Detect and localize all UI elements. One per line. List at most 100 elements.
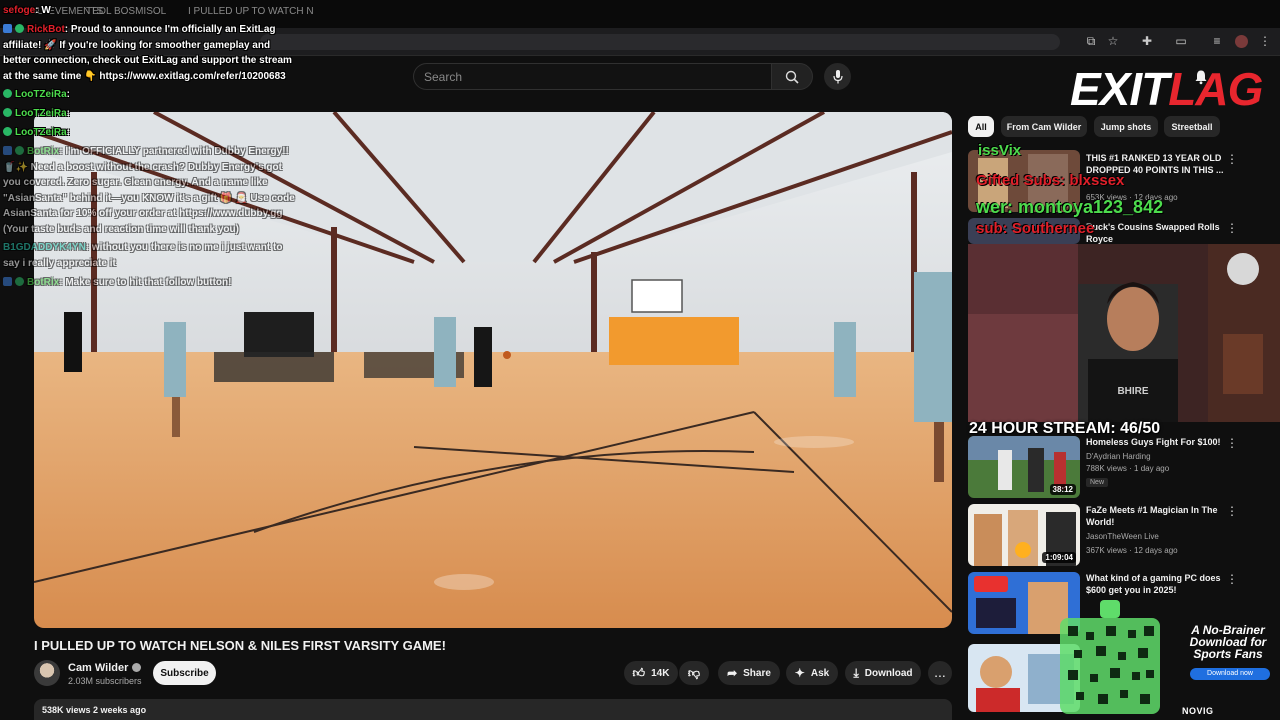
related-title[interactable]: Homeless Guys Fight For $100! bbox=[1086, 436, 1226, 448]
chat-username: B1GDADDYK4YN bbox=[3, 242, 86, 253]
related-title[interactable]: Buck's Cousins Swapped Rolls Royce bbox=[1086, 221, 1226, 245]
download-label: Download bbox=[864, 667, 913, 679]
related-more-icon[interactable]: ⋮ bbox=[1226, 436, 1238, 450]
microphone-icon bbox=[832, 69, 843, 83]
video-title: I PULLED UP TO WATCH NELSON & NILES FIRS… bbox=[34, 638, 446, 653]
chat-message: BotRix: I'm OFFICIALLY partnered with Du… bbox=[3, 144, 299, 237]
verified-badge-icon bbox=[3, 89, 12, 98]
related-thumbnail[interactable]: 1:09:04 bbox=[968, 504, 1080, 566]
subscribe-button[interactable]: Subscribe bbox=[153, 661, 216, 685]
chat-message: B1GDADDYK4YN: without you there is no me… bbox=[3, 240, 299, 271]
share-arrow-icon: ➦ bbox=[727, 666, 738, 680]
ad-title: A No-Brainer Download for Sports Fans bbox=[1189, 623, 1267, 661]
search-icon bbox=[785, 70, 799, 84]
stream-alert: issVix bbox=[978, 142, 1022, 159]
related-more-icon[interactable]: ⋮ bbox=[1226, 221, 1238, 235]
channel-name-text[interactable]: Cam Wilder bbox=[68, 662, 128, 674]
new-badge: New bbox=[1086, 478, 1109, 487]
chip-from-channel[interactable]: From Cam Wilder bbox=[1001, 116, 1087, 137]
verified-badge-icon bbox=[3, 127, 12, 136]
channel-avatar[interactable] bbox=[34, 660, 60, 686]
stream-alert: Gifted Subs: blxssex bbox=[976, 172, 1125, 189]
voice-search-button[interactable] bbox=[824, 63, 851, 90]
exitlag-sponsor-logo: EXITLAG bbox=[1070, 62, 1263, 116]
view-count-date: 538K views 2 weeks ago bbox=[42, 705, 147, 715]
verified-badge-icon bbox=[15, 146, 24, 155]
url-field[interactable] bbox=[260, 34, 1060, 50]
chat-username: LooTZeiRa bbox=[15, 108, 67, 119]
chip-streetball[interactable]: Streetball bbox=[1164, 116, 1220, 137]
browser-menu-icon[interactable]: ⋮ bbox=[1258, 34, 1272, 48]
verified-badge-icon bbox=[3, 108, 12, 117]
share-button[interactable]: ➦ Share bbox=[718, 661, 780, 685]
chip-all[interactable]: All bbox=[968, 116, 994, 137]
chat-text: : Make sure to hit that follow button! bbox=[59, 277, 232, 288]
channel-name[interactable]: Cam Wilder bbox=[68, 662, 142, 674]
chat-username: sefoge bbox=[3, 5, 36, 16]
share-label: Share bbox=[743, 667, 771, 679]
chat-message: LooTZeiRa: bbox=[3, 125, 299, 141]
related-more-icon[interactable]: ⋮ bbox=[1226, 572, 1238, 586]
moderator-badge-icon bbox=[3, 146, 12, 155]
stream-qr-overlay bbox=[1060, 600, 1160, 714]
related-title[interactable]: FaZe Meets #1 Magician In The World! bbox=[1086, 504, 1226, 528]
sparkle-icon: ✦ bbox=[794, 666, 805, 680]
related-thumbnail[interactable]: 38:12 bbox=[968, 436, 1080, 498]
chat-text: : bbox=[66, 108, 71, 119]
subscriber-count: 2.03M subscribers bbox=[68, 676, 142, 686]
search-button[interactable] bbox=[771, 63, 813, 90]
more-actions-button[interactable]: ... bbox=[928, 661, 952, 685]
webcam-feed: BHIRE bbox=[968, 244, 1280, 422]
description-box[interactable] bbox=[34, 699, 952, 720]
related-channel[interactable]: JasonTheWeen Live bbox=[1086, 532, 1159, 541]
chat-message: LooTZeiRa: bbox=[3, 106, 299, 122]
ad-brand: NOVIG bbox=[1182, 706, 1214, 716]
install-app-icon[interactable]: ⧉ bbox=[1084, 34, 1098, 48]
sponsor-logo-left: EXIT bbox=[1070, 63, 1169, 115]
moderator-badge-icon bbox=[3, 277, 12, 286]
profile-avatar[interactable] bbox=[1235, 35, 1248, 48]
chip-jump-shots[interactable]: Jump shots bbox=[1094, 116, 1158, 137]
related-title[interactable]: What kind of a gaming PC does $600 get y… bbox=[1086, 572, 1226, 596]
chat-message: LooTZeiRa: bbox=[3, 87, 299, 103]
thumbs-up-icon: 👍︎ bbox=[632, 665, 646, 680]
verified-badge-icon bbox=[15, 277, 24, 286]
chat-username: RickBot bbox=[27, 24, 65, 35]
related-channel[interactable]: D'Aydrian Harding bbox=[1086, 452, 1151, 461]
ask-label: Ask bbox=[810, 667, 830, 679]
search-input[interactable] bbox=[424, 69, 754, 85]
extensions-icon[interactable]: ✚ bbox=[1140, 34, 1154, 48]
related-meta: 788K views · 1 day ago bbox=[1086, 464, 1170, 473]
chat-message: RickBot: Proud to announce I'm officiall… bbox=[3, 22, 299, 84]
thumbs-down-icon: 👎︎ bbox=[687, 665, 701, 680]
download-icon: ⤓ bbox=[853, 665, 859, 680]
chat-text: : bbox=[66, 89, 71, 100]
dislike-button[interactable]: 👎︎ bbox=[679, 661, 709, 685]
stream-alert: wer: montoya123_842 bbox=[976, 197, 1164, 217]
search-box bbox=[413, 63, 771, 90]
related-more-icon[interactable]: ⋮ bbox=[1226, 504, 1238, 518]
media-controls-icon[interactable]: ≡ bbox=[1210, 34, 1224, 48]
verified-badge-icon bbox=[15, 24, 24, 33]
ask-button[interactable]: ✦ Ask bbox=[786, 661, 838, 685]
moderator-badge-icon bbox=[3, 24, 12, 33]
stream-alert: sub: Southernee bbox=[976, 220, 1095, 237]
related-meta: 367K views · 12 days ago bbox=[1086, 546, 1178, 555]
chat-text: : W bbox=[35, 5, 51, 16]
chat-username: LooTZeiRa bbox=[15, 127, 67, 138]
svg-text:BHIRE: BHIRE bbox=[1117, 386, 1148, 397]
video-duration: 38:12 bbox=[1049, 484, 1076, 495]
chat-message: sefoge: W bbox=[3, 3, 299, 19]
like-count: 14K bbox=[651, 667, 670, 679]
like-button[interactable]: 👍︎ 14K bbox=[624, 661, 678, 685]
related-more-icon[interactable]: ⋮ bbox=[1226, 152, 1238, 166]
reading-mode-icon[interactable]: ▭ bbox=[1174, 34, 1188, 48]
chat-username: BotRix bbox=[27, 277, 60, 288]
chat-username: BotRix bbox=[27, 146, 60, 157]
sponsor-logo-right: LAG bbox=[1168, 63, 1263, 115]
chat-username: LooTZeiRa bbox=[15, 89, 67, 100]
chat-text: : bbox=[66, 127, 71, 138]
ad-download-button[interactable]: Download now bbox=[1190, 668, 1270, 680]
download-button[interactable]: ⤓ Download bbox=[845, 661, 921, 685]
bookmark-star-icon[interactable]: ☆ bbox=[1106, 34, 1120, 48]
